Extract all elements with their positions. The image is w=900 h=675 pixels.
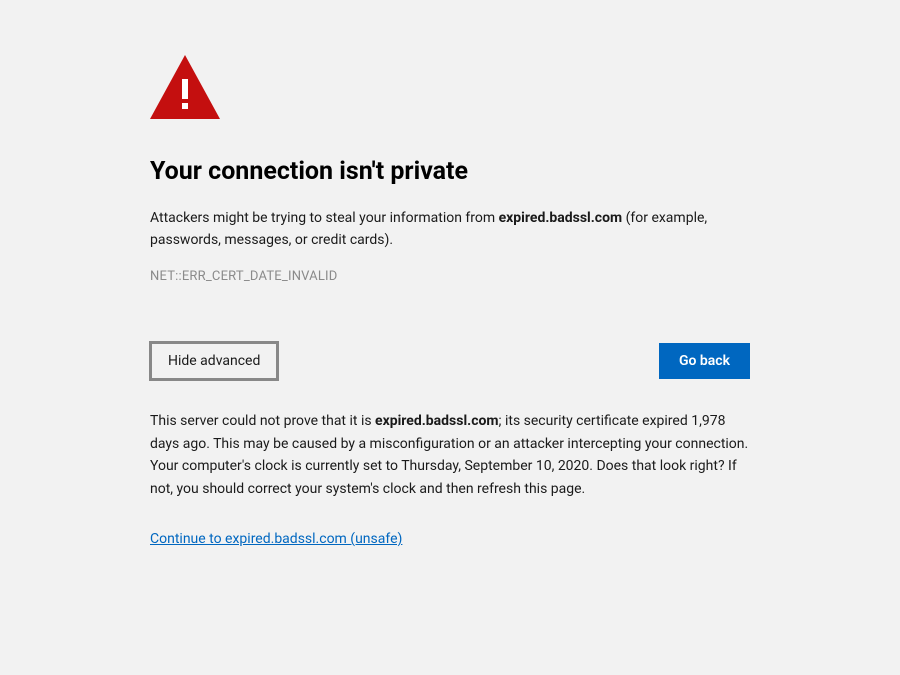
warning-domain: expired.badssl.com	[499, 210, 622, 226]
advanced-details: This server could not prove that it is e…	[150, 410, 750, 500]
warning-description: Attackers might be trying to steal your …	[150, 208, 750, 251]
error-code: NET::ERR_CERT_DATE_INVALID	[150, 269, 750, 284]
warning-icon	[150, 55, 750, 123]
go-back-button[interactable]: Go back	[659, 343, 750, 379]
page-title: Your connection isn't private	[150, 157, 750, 186]
details-prefix: This server could not prove that it is	[150, 413, 375, 429]
warning-prefix: Attackers might be trying to steal your …	[150, 210, 499, 226]
button-row: Hide advanced Go back	[150, 342, 750, 380]
details-domain: expired.badssl.com	[375, 413, 498, 429]
continue-unsafe-link[interactable]: Continue to expired.badssl.com (unsafe)	[150, 531, 402, 547]
hide-advanced-button[interactable]: Hide advanced	[150, 342, 278, 380]
